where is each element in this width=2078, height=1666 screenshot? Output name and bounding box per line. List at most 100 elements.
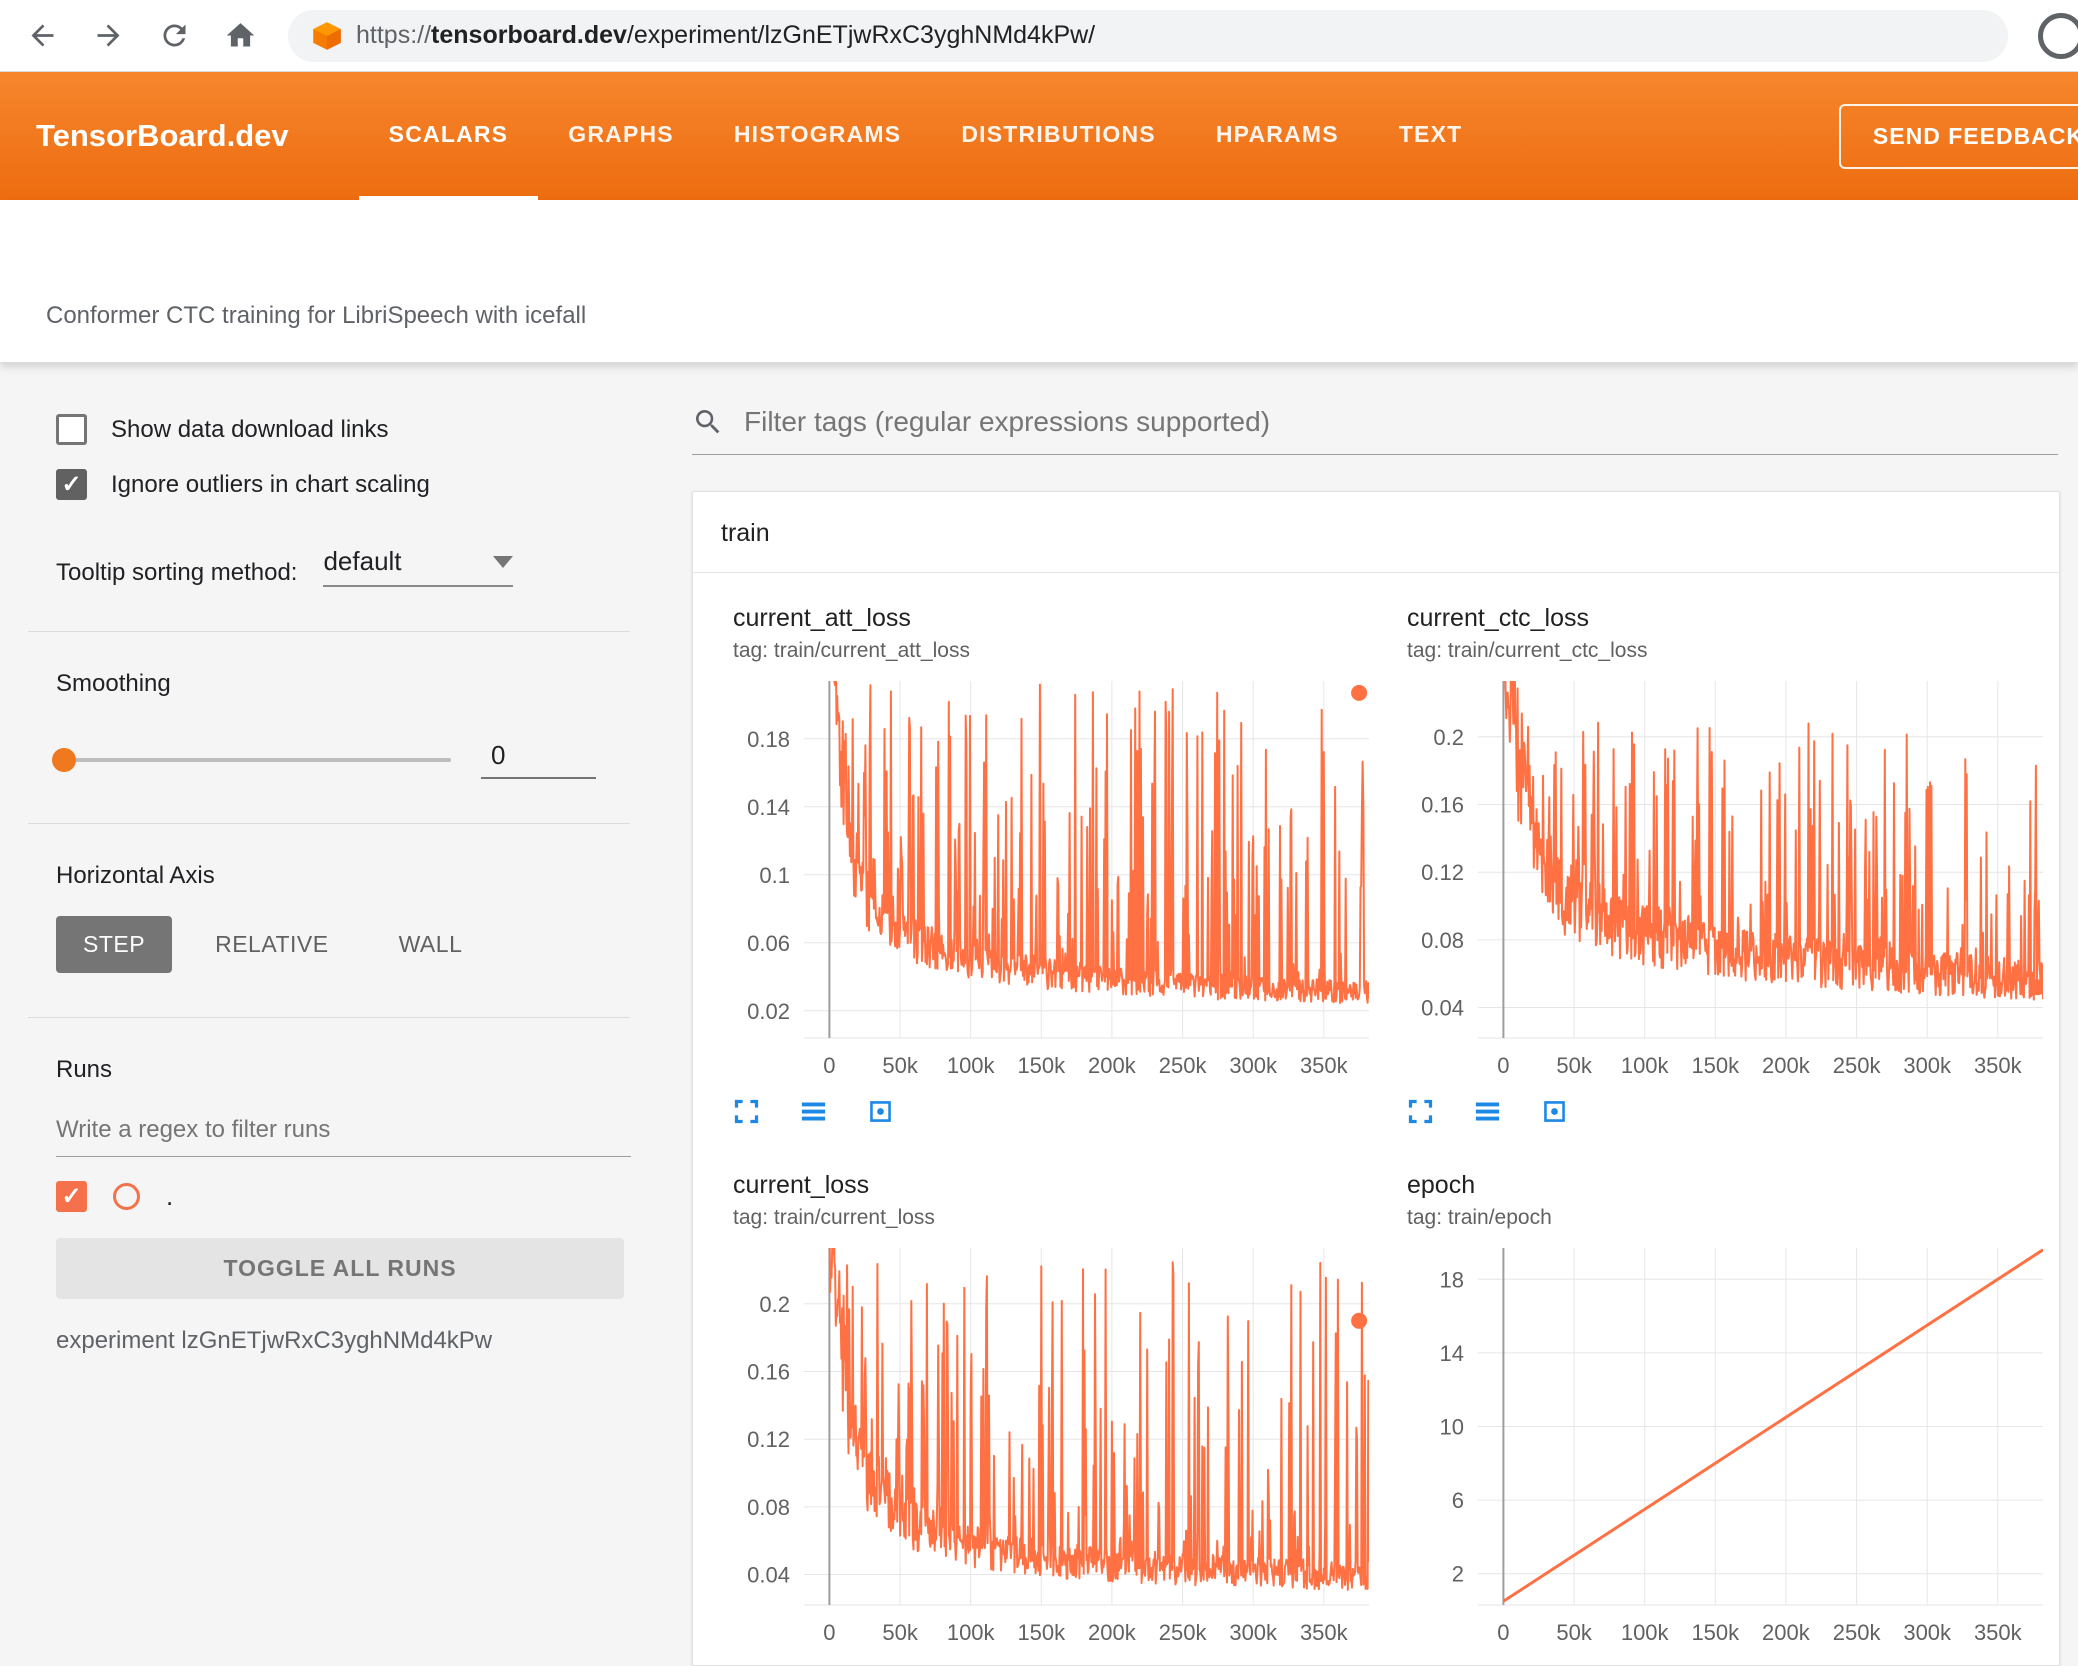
fullscreen-icon[interactable] <box>731 1096 762 1132</box>
search-icon <box>695 409 720 434</box>
brand-logo[interactable]: TensorBoard.dev <box>36 118 289 154</box>
run-row: . <box>56 1181 636 1212</box>
svg-text:50k: 50k <box>1556 1620 1592 1645</box>
svg-text:10: 10 <box>1440 1415 1464 1440</box>
reload-icon[interactable] <box>156 18 192 54</box>
svg-text:0.1: 0.1 <box>759 863 790 888</box>
experiment-id-label: experiment lzGnETjwRxC3yghNMd4kPw <box>56 1327 493 1354</box>
tooltip-sorting-row: Tooltip sorting method: default <box>56 546 636 587</box>
experiment-title: Conformer CTC training for LibriSpeech w… <box>46 302 587 329</box>
tab-text[interactable]: TEXT <box>1369 72 1493 200</box>
svg-text:0.02: 0.02 <box>747 999 790 1024</box>
show-download-links-label: Show data download links <box>111 415 389 443</box>
tab-histograms[interactable]: HISTOGRAMS <box>704 72 931 200</box>
svg-text:0.08: 0.08 <box>1421 928 1464 953</box>
data-table-icon[interactable] <box>798 1096 829 1132</box>
url-domain: tensorboard.dev <box>431 21 627 49</box>
chart-title: epoch <box>1407 1171 1476 1199</box>
ignore-outliers-label: Ignore outliers in chart scaling <box>111 470 430 498</box>
svg-text:150k: 150k <box>1691 1053 1740 1078</box>
svg-text:6: 6 <box>1452 1488 1464 1513</box>
chart-plot[interactable]: 0 50k 100k 150k 200k 250k 300k 350k 2 6 10 14 18 <box>1393 1240 2053 1650</box>
show-download-links-checkbox[interactable] <box>56 414 87 445</box>
svg-text:300k: 300k <box>1903 1053 1952 1078</box>
back-icon[interactable] <box>24 18 60 54</box>
tab-graphs[interactable]: GRAPHS <box>538 72 704 200</box>
app-header: TensorBoard.dev SCALARS GRAPHS HISTOGRAMS D… <box>0 72 2078 200</box>
url-scheme: https:// <box>356 21 432 49</box>
browser-chrome: https://tensorboard.dev/experiment/lzGnE… <box>0 0 2078 72</box>
nav-tabs: SCALARS GRAPHS HISTOGRAMS DISTRIBUTIONS HPAR… <box>358 72 1493 200</box>
svg-text:0.16: 0.16 <box>747 1360 790 1385</box>
tag-group-title[interactable]: train <box>693 492 2059 573</box>
tooltip-sorting-dropdown[interactable]: default <box>323 546 514 587</box>
svg-text:50k: 50k <box>882 1620 918 1645</box>
tooltip-sorting-label: Tooltip sorting method: <box>56 559 298 586</box>
settings-sidebar: Show data download links Ignore outliers… <box>0 362 636 1666</box>
chart-card-current_loss: current_loss tag: train/current_loss 0 50k 1… <box>719 1168 1379 1665</box>
tab-hparams[interactable]: HPARAMS <box>1186 72 1369 200</box>
filter-tags-row <box>692 406 2058 455</box>
toggle-all-runs-button[interactable]: TOGGLE ALL RUNS <box>56 1238 624 1299</box>
tab-distributions[interactable]: DISTRIBUTIONS <box>931 72 1186 200</box>
svg-text:0.18: 0.18 <box>747 727 790 752</box>
ignore-outliers-checkbox[interactable] <box>56 469 87 500</box>
fullscreen-icon[interactable] <box>1405 1096 1436 1132</box>
content-area: Show data download links Ignore outliers… <box>0 362 2078 1666</box>
fit-domain-icon[interactable] <box>1539 1096 1570 1132</box>
horizontal-axis-label: Horizontal Axis <box>56 862 215 889</box>
chart-tag: tag: train/current_loss <box>733 1206 935 1229</box>
axis-option-step[interactable]: STEP <box>56 916 173 973</box>
svg-text:0.12: 0.12 <box>1421 860 1464 885</box>
svg-text:350k: 350k <box>1300 1053 1349 1078</box>
axis-option-relative[interactable]: RELATIVE <box>188 916 356 973</box>
svg-text:50k: 50k <box>1556 1053 1592 1078</box>
svg-text:0.16: 0.16 <box>1421 793 1464 818</box>
svg-text:250k: 250k <box>1833 1620 1882 1645</box>
filter-tags-input[interactable] <box>744 406 2058 438</box>
svg-text:100k: 100k <box>1621 1620 1670 1645</box>
svg-text:300k: 300k <box>1903 1620 1952 1645</box>
chart-title: current_att_loss <box>733 604 911 632</box>
forward-icon[interactable] <box>90 18 126 54</box>
chart-card-epoch: epoch tag: train/epoch 0 50k 100k 150k 200k 250… <box>1393 1168 2053 1665</box>
svg-text:0.2: 0.2 <box>1433 725 1464 750</box>
data-table-icon[interactable] <box>1472 1096 1503 1132</box>
smoothing-slider-thumb[interactable] <box>52 747 76 772</box>
address-bar[interactable]: https://tensorboard.dev/experiment/lzGnE… <box>288 9 2008 62</box>
smoothing-value[interactable]: 0 <box>481 740 596 779</box>
send-feedback-button[interactable]: SEND FEEDBACK <box>1838 103 2078 169</box>
svg-text:250k: 250k <box>1159 1053 1208 1078</box>
chart-tag: tag: train/current_att_loss <box>733 639 970 662</box>
chart-plot[interactable]: 0 50k 100k 150k 200k 250k 300k 350k 0.04 0.08 0.12… <box>1393 673 2053 1083</box>
chart-plot[interactable]: 0 50k 100k 150k 200k 250k 300k 350k 0.04 0.08 0.12… <box>719 1240 1379 1650</box>
run-checkbox[interactable] <box>56 1181 87 1212</box>
svg-text:350k: 350k <box>1974 1053 2023 1078</box>
chart-plot[interactable]: 0 50k 100k 150k 200k 250k 300k 350k 0.02 0.06 0.1 0… <box>719 673 1379 1083</box>
svg-text:300k: 300k <box>1229 1053 1278 1078</box>
svg-text:0: 0 <box>823 1053 835 1078</box>
smoothing-label: Smoothing <box>56 670 171 697</box>
smoothing-slider[interactable] <box>52 747 451 772</box>
fit-domain-icon[interactable] <box>865 1096 896 1132</box>
run-color-swatch[interactable] <box>113 1183 140 1210</box>
svg-text:0.06: 0.06 <box>747 931 790 956</box>
avatar[interactable] <box>2038 12 2078 59</box>
chart-toolbar <box>1405 1096 2053 1132</box>
chart-tag: tag: train/current_ctc_loss <box>1407 639 1648 662</box>
svg-text:350k: 350k <box>1300 1620 1349 1645</box>
svg-text:150k: 150k <box>1017 1620 1066 1645</box>
svg-text:150k: 150k <box>1017 1053 1066 1078</box>
svg-text:250k: 250k <box>1159 1620 1208 1645</box>
svg-text:250k: 250k <box>1833 1053 1882 1078</box>
tab-scalars[interactable]: SCALARS <box>358 72 539 200</box>
svg-text:100k: 100k <box>947 1620 996 1645</box>
svg-text:0.04: 0.04 <box>1421 996 1464 1021</box>
url-path: /experiment/lzGnETjwRxC3yghNMd4kPw/ <box>626 21 1096 49</box>
axis-option-wall[interactable]: WALL <box>372 916 490 973</box>
home-icon[interactable] <box>222 18 258 54</box>
chevron-down-icon <box>493 555 514 568</box>
svg-text:150k: 150k <box>1691 1620 1740 1645</box>
tooltip-sorting-value: default <box>323 546 402 576</box>
runs-filter-input[interactable] <box>56 1106 631 1157</box>
